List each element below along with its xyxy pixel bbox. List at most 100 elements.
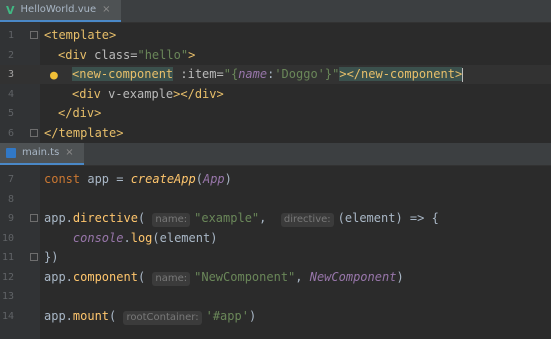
code-token: ( [137, 269, 153, 284]
code-token: , [295, 269, 310, 284]
close-icon[interactable]: × [102, 5, 110, 15]
code-token: <div [58, 47, 87, 62]
code-text: app.mount( rootContainer: '#app') [44, 307, 256, 326]
code-token: . [123, 230, 131, 245]
tab-helloworld-vue[interactable]: V HelloWorld.vue × [0, 0, 121, 22]
code-token: "NewComponent" [194, 269, 296, 284]
code-token: App [202, 172, 225, 186]
code-text: <template> [44, 26, 116, 45]
code-token: app. [44, 269, 73, 284]
code-token: :item= [173, 67, 224, 81]
code-token: </template> [44, 125, 124, 140]
line-number: 6 [7, 127, 14, 139]
parameter-hint: name: [152, 213, 191, 227]
code-token: ) [224, 172, 232, 186]
code-token: , [259, 211, 281, 225]
code-token: <template> [44, 28, 117, 42]
code-token: component [72, 269, 138, 284]
code-token: ( [195, 172, 203, 186]
code-token: NewComponent [309, 269, 397, 284]
code-token: ></new-component> [339, 67, 463, 81]
line-number: 7 [7, 174, 14, 185]
close-icon[interactable]: × [65, 148, 73, 158]
editor-pane-top[interactable]: 1 <template> 2 <div class="hello"> 3 ● <new-co… [0, 23, 551, 143]
code-token: directive [72, 211, 138, 225]
code-line[interactable]: 4 <div v-example></div> [0, 85, 551, 104]
code-token: 'Doggo' [274, 67, 325, 81]
typescript-file-icon [6, 148, 16, 158]
code-line[interactable]: 9 app.directive( name: "example", directiv… [0, 209, 551, 228]
line-number: 3 [7, 69, 14, 80]
code-text: </template> [44, 124, 123, 143]
code-text: </div> [58, 104, 101, 123]
code-token: log [130, 230, 153, 245]
fold-marker-icon[interactable] [30, 253, 38, 261]
code-token: createApp [130, 172, 196, 186]
code-token: const [44, 172, 81, 186]
code-line[interactable]: 7 const app = createApp(App) [0, 170, 551, 189]
code-token: app = [80, 172, 131, 186]
code-text: <new-component :item="{name:'Doggo'}"></… [72, 65, 464, 84]
code-token: class= [86, 47, 138, 62]
code-token: ) [396, 269, 404, 284]
code-line[interactable]: 10 console.log(element) [0, 229, 551, 248]
code-text: <div v-example></div> [72, 85, 224, 104]
code-line[interactable]: 8 [0, 190, 551, 209]
code-token: ) [248, 308, 257, 323]
fold-marker-icon[interactable] [30, 128, 38, 137]
code-token: <new-component [72, 67, 174, 81]
parameter-hint: directive: [280, 213, 334, 227]
code-text: console.log(element) [44, 229, 218, 248]
code-text: const app = createApp(App) [44, 170, 232, 189]
code-token: v-example [100, 86, 174, 101]
parameter-hint: name: [152, 271, 191, 286]
code-text: }) [44, 248, 58, 267]
code-token: (element) [152, 230, 218, 245]
code-token: ></div> [173, 86, 224, 101]
code-line[interactable]: 5 </div> [0, 104, 551, 123]
code-token: "{ [223, 67, 239, 81]
code-line[interactable]: 13 [0, 287, 551, 306]
tab-main-ts[interactable]: main.ts × [0, 143, 84, 165]
code-token: (element) => { [337, 211, 439, 225]
code-line[interactable]: 3 ● <new-component :item="{name:'Doggo'}">… [0, 65, 551, 84]
code-token: console [72, 230, 124, 245]
fold-marker-icon[interactable] [30, 31, 38, 39]
code-line[interactable]: 12 app.component( name: "NewComponent", Ne… [0, 268, 551, 287]
code-token: }" [324, 67, 340, 81]
code-token: app. [44, 211, 73, 225]
line-number: 14 [1, 310, 14, 322]
code-text: app.component( name: "NewComponent", NewC… [44, 268, 404, 287]
code-token: </div> [58, 106, 102, 120]
code-token: "example" [194, 211, 260, 225]
code-line[interactable]: 6 </template> [0, 124, 551, 143]
code-line[interactable]: 14 app.mount( rootContainer: '#app') [0, 307, 551, 326]
line-number: 8 [7, 193, 14, 205]
line-number: 4 [7, 88, 14, 100]
editor-pane-bottom[interactable]: 7 const app = createApp(App) 8 9 app.directi… [0, 166, 551, 339]
code-token: <div [72, 86, 101, 101]
tab-bar-top: V HelloWorld.vue × [0, 0, 551, 23]
line-number: 9 [7, 213, 14, 224]
code-text: app.directive( name: "example", directive… [44, 209, 439, 228]
line-number: 13 [1, 291, 14, 302]
line-number: 12 [1, 271, 14, 283]
code-line[interactable]: 1 <template> [0, 26, 551, 45]
code-line[interactable]: 11}) [0, 248, 551, 267]
code-token: name [238, 67, 268, 81]
line-number: 11 [1, 252, 14, 263]
code-token: app. [44, 308, 73, 323]
code-line[interactable]: 2 <div class="hello"> [0, 46, 551, 65]
code-token: ( [109, 308, 124, 323]
code-token: mount [72, 308, 110, 323]
code-token: > [188, 47, 196, 62]
tab-title: main.ts [22, 147, 60, 158]
lightbulb-icon[interactable]: ● [50, 66, 58, 85]
text-caret [462, 67, 464, 82]
line-number: 1 [7, 30, 14, 41]
code-token: "hello" [137, 47, 189, 62]
fold-marker-icon[interactable] [30, 214, 38, 222]
tab-title: HelloWorld.vue [20, 4, 97, 15]
line-number: 2 [7, 49, 14, 61]
